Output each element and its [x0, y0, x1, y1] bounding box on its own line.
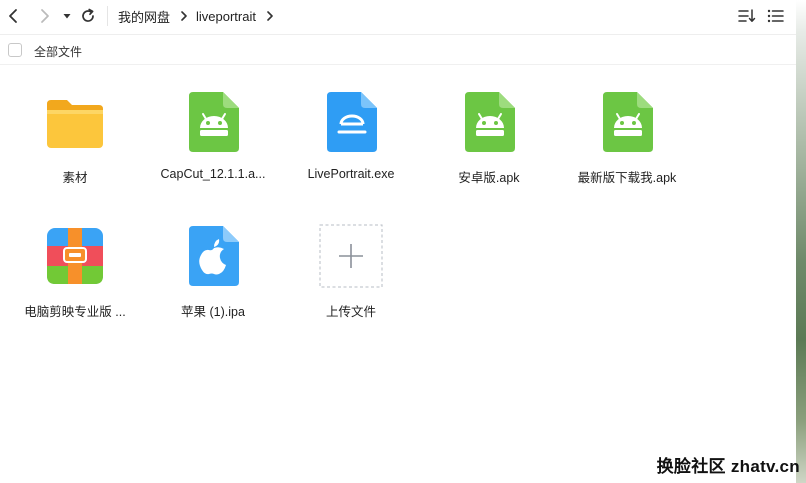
android-apk-icon [465, 92, 515, 152]
file-name: 上传文件 [325, 305, 376, 319]
file-item-apk[interactable]: 安卓版.apk [427, 66, 551, 194]
file-item-exe[interactable]: LivePortrait.exe [289, 66, 413, 194]
file-grid: 素材 CapCut_12.1.1.a... LivePortrait.exe 安… [0, 66, 796, 366]
file-name: LivePortrait.exe [307, 167, 395, 181]
archive-icon [47, 228, 103, 284]
back-button[interactable] [4, 6, 24, 26]
file-name: 苹果 (1).ipa [181, 305, 245, 319]
exe-file-icon [327, 92, 377, 152]
file-item-apk[interactable]: CapCut_12.1.1.a... [151, 66, 275, 194]
breadcrumb-item-current[interactable]: liveportrait [196, 9, 256, 24]
refresh-button[interactable] [78, 6, 98, 26]
file-item-archive[interactable]: 电脑剪映专业版 ... [13, 200, 137, 328]
breadcrumb: 我的网盘 liveportrait [118, 7, 282, 25]
upload-plus-icon [319, 224, 383, 288]
android-apk-icon [603, 92, 653, 152]
select-all-label: 全部文件 [34, 45, 83, 59]
file-name: CapCut_12.1.1.a... [160, 167, 266, 181]
android-apk-icon [189, 92, 239, 152]
selection-bar: 全部文件 [0, 35, 796, 65]
caret-down-icon [63, 14, 71, 19]
apple-ipa-icon [189, 226, 239, 286]
list-view-button[interactable] [767, 7, 785, 25]
file-name: 素材 [62, 171, 88, 185]
sort-button[interactable] [738, 7, 756, 25]
sort-list-icon [738, 9, 756, 22]
list-view-icon [767, 9, 784, 23]
file-item-folder[interactable]: 素材 [13, 66, 137, 194]
chevron-left-icon [9, 9, 17, 23]
file-name: 最新版下载我.apk [577, 171, 677, 185]
file-name: 电脑剪映专业版 ... [24, 305, 126, 319]
watermark: 换脸社区 zhatv.cn [656, 457, 800, 476]
toolbar: 我的网盘 liveportrait [0, 0, 796, 35]
file-name: 安卓版.apk [458, 171, 520, 185]
wallpaper-edge [796, 0, 806, 483]
select-all-checkbox[interactable] [8, 43, 22, 57]
folder-icon [47, 100, 103, 148]
toolbar-divider [107, 6, 108, 26]
forward-button[interactable] [34, 6, 54, 26]
refresh-icon [82, 8, 94, 22]
history-dropdown-button[interactable] [57, 6, 77, 26]
breadcrumb-item-root[interactable]: 我的网盘 [118, 7, 170, 26]
file-item-ipa[interactable]: 苹果 (1).ipa [151, 200, 275, 328]
upload-file-button[interactable]: 上传文件 [289, 200, 413, 328]
file-item-apk[interactable]: 最新版下载我.apk [565, 66, 689, 194]
chevron-right-icon [180, 11, 188, 21]
chevron-right-icon [41, 9, 49, 23]
chevron-right-icon[interactable] [266, 11, 274, 21]
